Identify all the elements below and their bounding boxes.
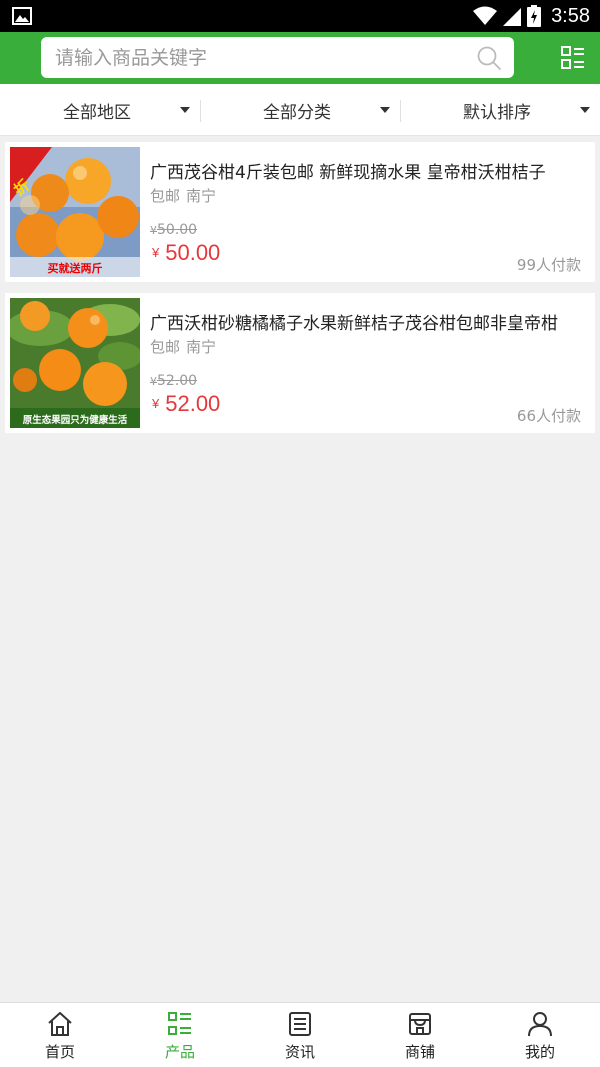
home-icon (48, 1012, 72, 1036)
filter-bar: 全部地区 全部分类 默认排序 (0, 84, 600, 136)
product-card[interactable]: 折 买就送两斤 广西茂谷柑4斤装包邮 新鲜现摘水果 皇帝柑沃柑桔子 包邮 南宁 ¥… (5, 142, 595, 282)
currency-symbol: ¥ (150, 224, 157, 237)
bottom-tab-bar: 首页 产品 资讯 商铺 我的 (0, 1002, 600, 1067)
filter-sort-label: 默认排序 (463, 102, 531, 123)
top-header (0, 32, 600, 84)
signal-icon (503, 8, 522, 26)
current-price-value: 50.00 (165, 240, 221, 265)
product-title[interactable]: 广西茂谷柑4斤装包邮 新鲜现摘水果 皇帝柑沃柑桔子 (150, 158, 585, 183)
current-price-value: 52.00 (165, 391, 221, 416)
tab-home-label: 首页 (44, 1043, 75, 1061)
original-price-value: 50.00 (157, 222, 198, 238)
product-title[interactable]: 广西沃柑砂糖橘橘子水果新鲜桔子茂谷柑包邮非皇帝柑 (150, 309, 585, 334)
filter-region-label: 全部地区 (63, 102, 131, 123)
filter-category[interactable]: 全部分类 (200, 84, 400, 136)
filter-sort[interactable]: 默认排序 (400, 84, 600, 136)
product-card[interactable]: 原生态果园只为健康生活 广西沃柑砂糖橘橘子水果新鲜桔子茂谷柑包邮非皇帝柑 包邮南… (5, 293, 595, 433)
product-meta: 包邮 南宁 (150, 185, 216, 206)
gallery-icon (12, 7, 32, 25)
search-box[interactable] (41, 37, 514, 78)
currency-symbol: ¥ (150, 375, 157, 388)
tab-news-label: 资讯 (284, 1043, 315, 1061)
chevron-down-icon (380, 107, 390, 113)
location-label: 南宁 (186, 187, 217, 205)
original-price: ¥52.00 (150, 373, 197, 389)
list-view-icon[interactable] (561, 46, 585, 70)
tab-products[interactable]: 产品 (120, 1003, 240, 1067)
current-price: ¥52.00 (152, 391, 220, 417)
news-icon (289, 1012, 311, 1036)
tab-news[interactable]: 资讯 (240, 1003, 360, 1067)
status-time: 3:58 (551, 4, 590, 27)
current-price: ¥50.00 (152, 240, 220, 266)
search-icon[interactable] (476, 45, 502, 71)
currency-symbol: ¥ (152, 245, 160, 260)
shipping-label: 包邮 (150, 187, 181, 205)
currency-symbol: ¥ (152, 396, 160, 411)
original-price: ¥50.00 (150, 222, 197, 238)
product-image-banner: 原生态果园只为健康生活 (22, 415, 128, 426)
original-price-value: 52.00 (157, 373, 198, 389)
tab-shop-label: 商铺 (404, 1043, 435, 1061)
sales-count: 66人付款 (516, 407, 581, 425)
wifi-icon (473, 6, 498, 25)
tab-me-label: 我的 (524, 1043, 555, 1061)
tab-home[interactable]: 首页 (0, 1003, 120, 1067)
shipping-label: 包邮 (150, 338, 181, 356)
product-image[interactable]: 折 买就送两斤 (10, 147, 140, 277)
location-label: 南宁 (186, 338, 217, 356)
battery-icon (527, 5, 542, 27)
user-icon (528, 1012, 552, 1037)
status-bar: 3:58 (0, 0, 600, 32)
product-meta: 包邮 南宁 (150, 336, 216, 357)
product-list-icon (168, 1012, 191, 1035)
chevron-down-icon (180, 107, 190, 113)
product-image-banner: 买就送两斤 (47, 262, 103, 275)
tab-shop[interactable]: 商铺 (360, 1003, 480, 1067)
tab-me[interactable]: 我的 (480, 1003, 600, 1067)
product-image[interactable]: 原生态果园只为健康生活 (10, 298, 140, 428)
filter-category-label: 全部分类 (263, 102, 331, 123)
shop-icon (409, 1013, 431, 1035)
filter-region[interactable]: 全部地区 (0, 84, 200, 136)
sales-count: 99人付款 (516, 256, 581, 274)
tab-products-label: 产品 (164, 1043, 195, 1061)
search-input[interactable] (41, 37, 471, 78)
chevron-down-icon (580, 107, 590, 113)
